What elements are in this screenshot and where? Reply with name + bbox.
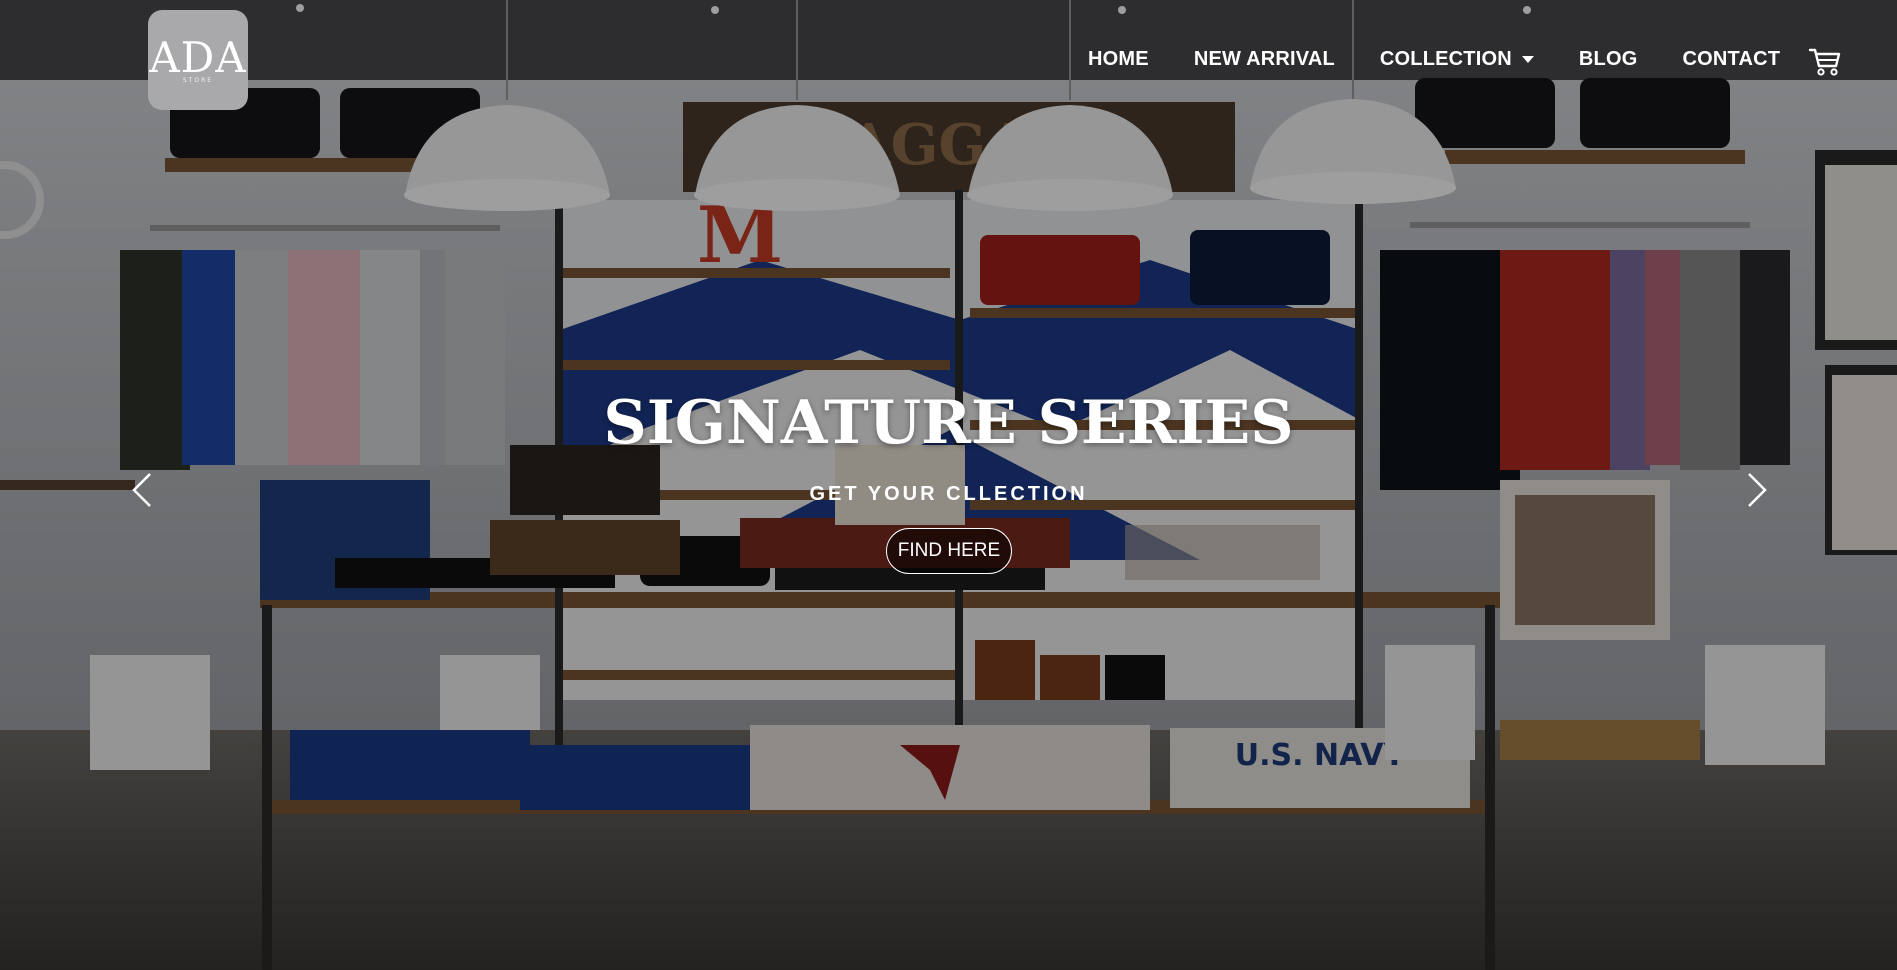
main-nav: HOME NEW ARRIVAL COLLECTION BLOG CONTACT xyxy=(1088,44,1897,74)
caret-down-icon xyxy=(1521,55,1534,63)
hero-subtitle: GET YOUR CLLECTION xyxy=(809,483,1088,505)
nav-item-collection-label: COLLECTION xyxy=(1379,47,1512,70)
chevron-right-icon[interactable] xyxy=(1745,470,1769,510)
nav-item-contact[interactable]: CONTACT xyxy=(1682,48,1780,71)
logo-text: ADA xyxy=(149,32,247,82)
logo-subtext: STORE xyxy=(182,76,214,84)
nav-item-collection[interactable]: COLLECTION xyxy=(1380,48,1534,71)
nav-item-new-arrival[interactable]: NEW ARRIVAL xyxy=(1194,48,1335,71)
find-here-button[interactable]: FIND HERE xyxy=(886,528,1012,574)
cart-icon[interactable] xyxy=(1808,44,1842,78)
chevron-left-icon[interactable] xyxy=(130,470,154,510)
nav-item-home[interactable]: HOME xyxy=(1088,48,1149,71)
site-logo[interactable]: ADA STORE xyxy=(148,10,248,110)
hero-title: SIGNATURE SERIES xyxy=(603,388,1294,458)
nav-item-blog[interactable]: BLOG xyxy=(1579,48,1638,71)
hero-slider: BAGGAGE M U.S. NAVY ADA STORE HOME NEW A… xyxy=(0,0,1897,970)
